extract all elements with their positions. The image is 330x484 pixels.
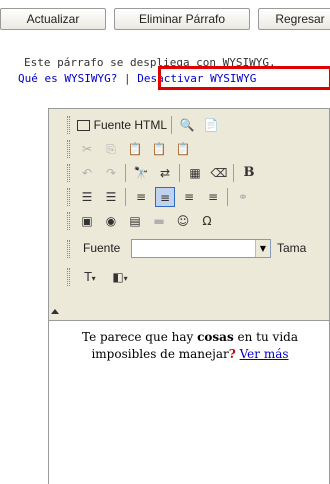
toolbar-grip[interactable] bbox=[67, 268, 70, 286]
source-icon bbox=[77, 119, 90, 131]
toolbar-row-6: Fuente ▼ Tama bbox=[65, 237, 330, 261]
redo-icon[interactable]: ↷ bbox=[101, 163, 121, 183]
toolbar-grip[interactable] bbox=[67, 140, 70, 158]
wysiwyg-editor: Fuente HTML 🔍 📄 ✂ ⎘ 📋 📋 📋 ↶ ↷ 🔭 ⇄ ▦ ⌫ B … bbox=[48, 108, 330, 484]
what-is-wysiwyg-link[interactable]: Qué es WYSIWYG? bbox=[18, 72, 117, 85]
special-char-icon[interactable]: Ω bbox=[197, 211, 217, 231]
replace-icon[interactable]: ⇄ bbox=[155, 163, 175, 183]
link-icon[interactable]: ⚭ bbox=[233, 187, 253, 207]
flash-icon[interactable]: ◉ bbox=[101, 211, 121, 231]
align-center-icon[interactable]: ≡ bbox=[155, 187, 175, 207]
toolbar-separator bbox=[171, 116, 172, 134]
source-html-button[interactable]: Fuente HTML bbox=[77, 115, 167, 135]
toolbar-row-2: ✂ ⎘ 📋 📋 📋 bbox=[65, 137, 330, 161]
highlight-box bbox=[158, 66, 330, 90]
smiley-icon[interactable]: ☺ bbox=[173, 211, 193, 231]
chevron-down-icon[interactable]: ▼ bbox=[255, 240, 270, 257]
source-html-label: Fuente HTML bbox=[93, 118, 167, 132]
image-icon[interactable]: ▣ bbox=[77, 211, 97, 231]
horizontal-rule-icon[interactable]: ▬ bbox=[149, 211, 169, 231]
toolbar-row-4: ☰ ☰ ≡ ≡ ≡ ≡ ⚭ bbox=[65, 185, 330, 209]
remove-format-icon[interactable]: ⌫ bbox=[209, 163, 229, 183]
editor-toolbar: Fuente HTML 🔍 📄 ✂ ⎘ 📋 📋 📋 ↶ ↷ 🔭 ⇄ ▦ ⌫ B … bbox=[49, 109, 329, 321]
toolbar-row-7: T▾ ◧▾ bbox=[65, 265, 330, 289]
editor-content[interactable]: Te parece que hay cosas en tu vida impos… bbox=[49, 321, 329, 484]
background-color-icon[interactable]: ◧▾ bbox=[107, 267, 133, 287]
toolbar-separator bbox=[233, 164, 234, 182]
preview-icon[interactable]: 🔍 bbox=[177, 115, 197, 135]
regresar-button[interactable]: Regresar bbox=[258, 8, 330, 30]
content-question-mark: ? bbox=[228, 347, 236, 361]
paste-word-icon[interactable]: 📋 bbox=[173, 139, 193, 159]
copy-icon[interactable]: ⎘ bbox=[101, 139, 121, 159]
select-all-icon[interactable]: ▦ bbox=[185, 163, 205, 183]
toolbar-row-5: ▣ ◉ ▤ ▬ ☺ Ω bbox=[65, 209, 330, 233]
size-label: Tama bbox=[277, 241, 307, 255]
link-separator: | bbox=[123, 72, 131, 85]
numbered-list-icon[interactable]: ☰ bbox=[77, 187, 97, 207]
bulleted-list-icon[interactable]: ☰ bbox=[101, 187, 121, 207]
font-select[interactable]: ▼ bbox=[131, 239, 271, 258]
paste-text-icon[interactable]: 📋 bbox=[149, 139, 169, 159]
content-text: Te parece que hay bbox=[82, 330, 198, 344]
toolbar-grip[interactable] bbox=[67, 212, 70, 230]
ver-mas-link[interactable]: Ver más bbox=[240, 347, 289, 361]
find-icon[interactable]: 🔭 bbox=[131, 163, 151, 183]
toolbar-row-3: ↶ ↷ 🔭 ⇄ ▦ ⌫ B bbox=[65, 161, 330, 185]
toolbar-grip[interactable] bbox=[67, 240, 70, 258]
toolbar-separator bbox=[125, 164, 126, 182]
toolbar-separator bbox=[179, 164, 180, 182]
actualizar-button[interactable]: Actualizar bbox=[0, 8, 106, 30]
toolbar-row-1: Fuente HTML 🔍 📄 bbox=[65, 113, 330, 137]
align-justify-icon[interactable]: ≡ bbox=[203, 187, 223, 207]
toolbar-separator bbox=[227, 188, 228, 206]
templates-icon[interactable]: 📄 bbox=[201, 115, 221, 135]
toolbar-grip[interactable] bbox=[67, 116, 70, 134]
collapse-toolbar-icon[interactable] bbox=[51, 309, 59, 314]
action-buttons: Actualizar Eliminar Párrafo Regresar bbox=[0, 8, 330, 30]
cut-icon[interactable]: ✂ bbox=[77, 139, 97, 159]
font-label: Fuente bbox=[83, 241, 121, 255]
bold-icon[interactable]: B bbox=[239, 163, 259, 183]
toolbar-separator bbox=[125, 188, 126, 206]
toolbar-grip[interactable] bbox=[67, 188, 70, 206]
text-color-icon[interactable]: T▾ bbox=[77, 267, 103, 287]
align-right-icon[interactable]: ≡ bbox=[179, 187, 199, 207]
eliminar-parrafo-button[interactable]: Eliminar Párrafo bbox=[114, 8, 250, 30]
toolbar-grip[interactable] bbox=[67, 164, 70, 182]
table-icon[interactable]: ▤ bbox=[125, 211, 145, 231]
content-bold-word: cosas bbox=[197, 330, 234, 344]
paste-icon[interactable]: 📋 bbox=[125, 139, 145, 159]
undo-icon[interactable]: ↶ bbox=[77, 163, 97, 183]
align-left-icon[interactable]: ≡ bbox=[131, 187, 151, 207]
